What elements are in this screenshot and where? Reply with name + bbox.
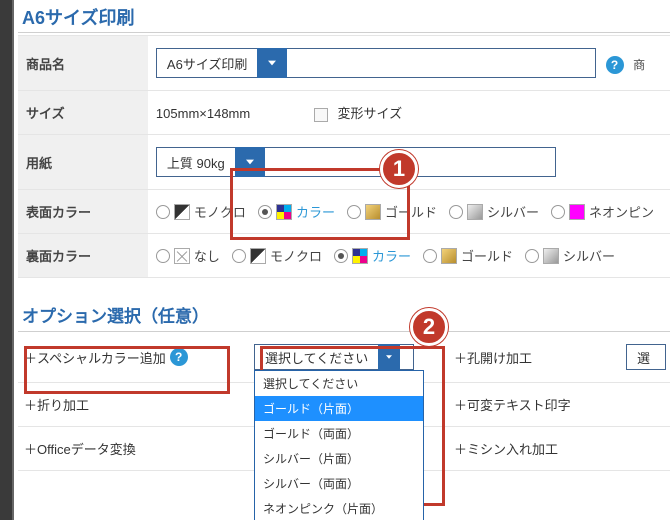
product-name-value: A6サイズ印刷 bbox=[157, 54, 258, 73]
front-color[interactable]: カラー bbox=[258, 202, 335, 221]
window-left-strip bbox=[0, 0, 14, 520]
opt-hole-select[interactable]: 選 bbox=[626, 344, 666, 370]
back-silver[interactable]: シルバー bbox=[525, 246, 615, 265]
opt-fold-label: ＋折り加工 bbox=[24, 395, 89, 414]
front-gold[interactable]: ゴールド bbox=[347, 202, 437, 221]
back-color-group: なし モノクロ カラー ゴールド シルバー bbox=[156, 246, 662, 265]
opt-special-color-dropdown[interactable]: 選択してくださいゴールド（片面）ゴールド（両面）シルバー（片面）シルバー（両面）… bbox=[254, 370, 424, 520]
callout-badge-2: 2 bbox=[410, 308, 448, 346]
none-icon bbox=[174, 248, 190, 264]
back-color[interactable]: カラー bbox=[334, 246, 411, 265]
back-gold[interactable]: ゴールド bbox=[423, 246, 513, 265]
size-value: 105mm×148mm bbox=[156, 106, 250, 121]
opt-perf-label: ＋ミシン入れ加工 bbox=[454, 439, 558, 458]
variant-size-checkbox[interactable] bbox=[314, 108, 328, 122]
front-color-group: モノクロ カラー ゴールド シルバー ネオンピン bbox=[156, 202, 662, 221]
label-back-color: 裏面カラー bbox=[18, 234, 148, 278]
label-paper: 用紙 bbox=[18, 135, 148, 190]
chevron-down-icon bbox=[235, 147, 265, 177]
dropdown-item[interactable]: ゴールド（片面） bbox=[255, 396, 423, 421]
gold-icon bbox=[365, 204, 381, 220]
opt-hole-label: ＋孔開け加工 bbox=[454, 348, 532, 367]
front-neon[interactable]: ネオンピン bbox=[551, 202, 654, 221]
dropdown-item[interactable]: ネオンピンク（片面） bbox=[255, 496, 423, 520]
dropdown-item[interactable]: シルバー（片面） bbox=[255, 446, 423, 471]
help-icon[interactable]: ? bbox=[606, 56, 624, 74]
mono-icon bbox=[250, 248, 266, 264]
back-mono[interactable]: モノクロ bbox=[232, 246, 322, 265]
silver-icon bbox=[543, 248, 559, 264]
product-form: 商品名 A6サイズ印刷 ? 商 サイズ 105mm×148mm bbox=[18, 35, 670, 278]
options-section-title: オプション選択（任意） bbox=[18, 286, 670, 332]
front-mono[interactable]: モノクロ bbox=[156, 202, 246, 221]
mono-icon bbox=[174, 204, 190, 220]
paper-select[interactable]: 上質 90kg bbox=[156, 147, 556, 177]
back-none[interactable]: なし bbox=[156, 246, 220, 265]
label-front-color: 表面カラー bbox=[18, 190, 148, 234]
help-icon[interactable]: ? bbox=[170, 348, 188, 366]
variant-size-label: 変形サイズ bbox=[337, 106, 402, 121]
opt-special-color-select[interactable]: 選択してください 選択してくださいゴールド（片面）ゴールド（両面）シルバー（片面… bbox=[254, 344, 414, 370]
cmyk-icon bbox=[276, 204, 292, 220]
cmyk-icon bbox=[352, 248, 368, 264]
chevron-down-icon bbox=[378, 344, 400, 370]
opt-vartext-label: ＋可変テキスト印字 bbox=[454, 395, 571, 414]
chevron-down-icon bbox=[257, 48, 287, 78]
paper-value: 上質 90kg bbox=[157, 153, 235, 172]
neon-icon bbox=[569, 204, 585, 220]
dropdown-item[interactable]: ゴールド（両面） bbox=[255, 421, 423, 446]
callout-badge-1: 1 bbox=[380, 150, 418, 188]
options-grid: ＋スペシャルカラー追加 ? 選択してください 選択してくださいゴールド（片面）ゴ… bbox=[18, 332, 670, 471]
shop-link[interactable]: 商 bbox=[633, 58, 645, 72]
dropdown-item[interactable]: 選択してください bbox=[255, 371, 423, 396]
gold-icon bbox=[441, 248, 457, 264]
label-product-name: 商品名 bbox=[18, 36, 148, 91]
front-silver[interactable]: シルバー bbox=[449, 202, 539, 221]
opt-office-label: ＋Officeデータ変換 bbox=[24, 439, 136, 458]
opt-special-color-label: ＋スペシャルカラー追加 bbox=[24, 348, 166, 367]
page-title: A6サイズ印刷 bbox=[18, 0, 670, 33]
dropdown-item[interactable]: シルバー（両面） bbox=[255, 471, 423, 496]
product-name-select[interactable]: A6サイズ印刷 bbox=[156, 48, 596, 78]
label-size: サイズ bbox=[18, 91, 148, 135]
silver-icon bbox=[467, 204, 483, 220]
